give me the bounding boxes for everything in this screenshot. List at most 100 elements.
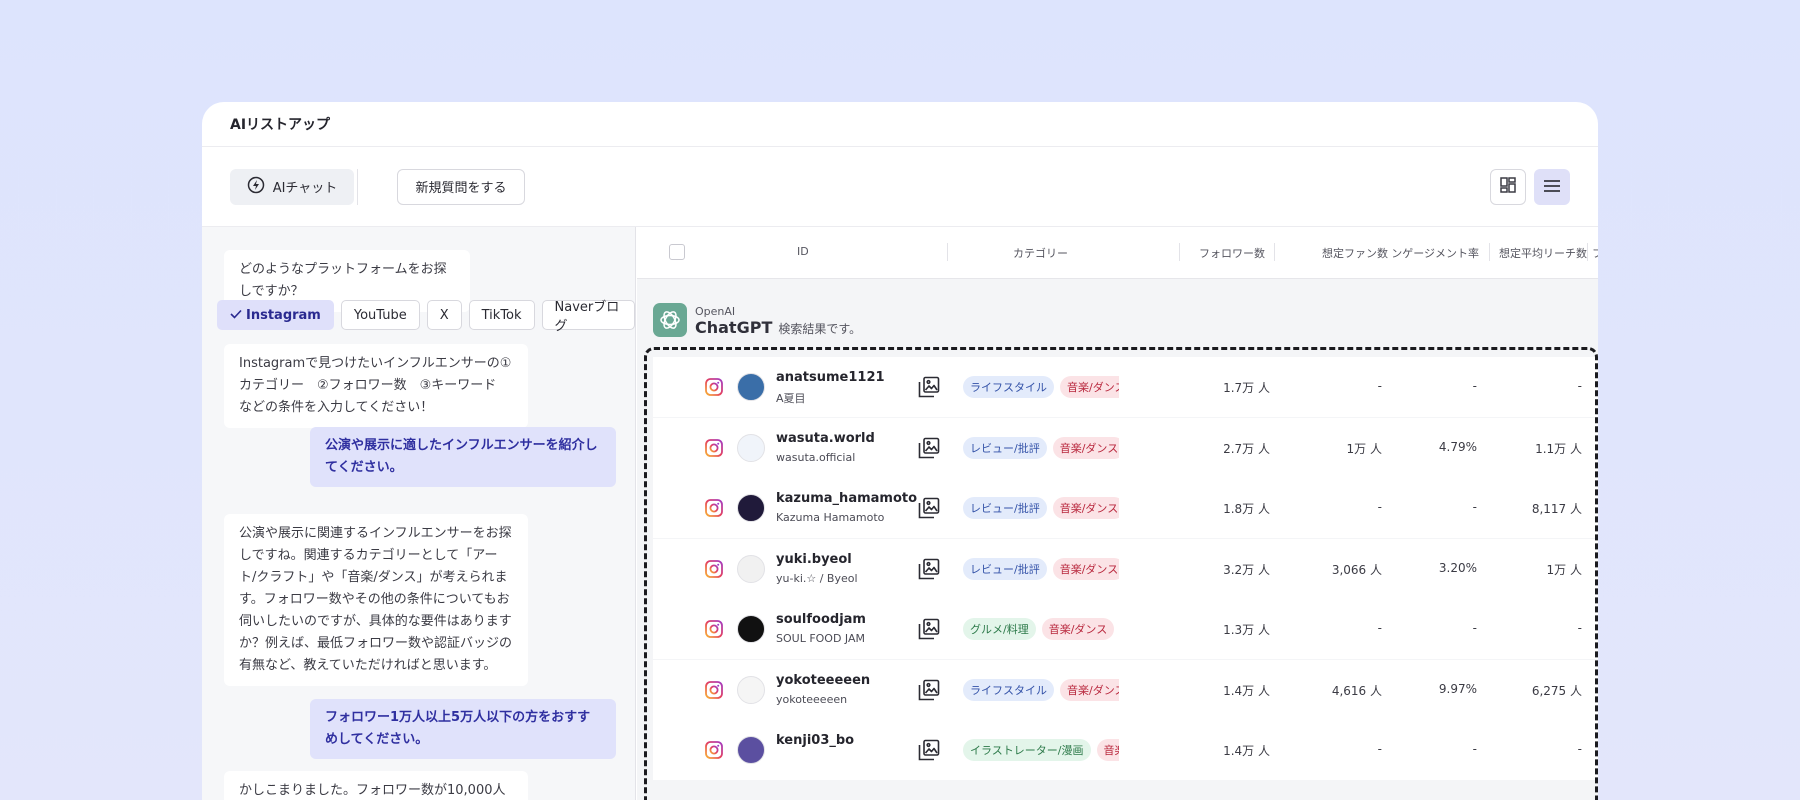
col-engagement[interactable]: エンゲージメント率	[1393, 245, 1479, 261]
instagram-icon	[705, 499, 723, 520]
chip-x[interactable]: X	[426, 300, 462, 330]
col-id[interactable]: ID	[797, 245, 809, 258]
username[interactable]: wasuta.world	[776, 431, 875, 446]
avatar[interactable]	[737, 494, 765, 522]
gallery-icon[interactable]	[918, 739, 940, 764]
instagram-icon	[705, 680, 723, 702]
fans-value: 1万 人	[1346, 441, 1382, 456]
table-row[interactable]: wasuta.world wasuta.official レビュー/批評 音楽/ダンス…	[653, 417, 1598, 478]
gallery-icon[interactable]	[918, 497, 940, 522]
col-reach[interactable]: 想定平均リーチ数	[1499, 245, 1587, 261]
engagement-value: -	[1472, 742, 1477, 756]
category-tag: 音楽/ダンス	[1052, 497, 1119, 519]
gallery-icon[interactable]	[918, 618, 940, 643]
display-name: SOUL FOOD JAM	[776, 632, 865, 645]
username[interactable]: yuki.byeol	[776, 552, 852, 567]
chip-label: Instagram	[246, 307, 321, 323]
table-row[interactable]: anatsume1121 A夏目 ライフスタイル音楽/ダンス 1.7万 人 - - -	[653, 357, 1598, 417]
avatar[interactable]	[737, 554, 765, 583]
table-row[interactable]: yokoteeeeen yokoteeeeen ライフスタイル音楽/ダンス 1.4万 …	[653, 659, 1598, 720]
col-fans[interactable]: 想定ファン数	[1322, 245, 1388, 261]
followers-value: 1.3万 人	[1223, 623, 1270, 637]
gallery-icon[interactable]	[918, 558, 940, 583]
chip-instagram[interactable]: Instagram	[217, 300, 334, 330]
col-divider	[1179, 243, 1180, 261]
table-row[interactable]: yuki.byeol yu-ki.☆ / Byeol レビュー/批評 音楽/ダンス 3.…	[653, 538, 1598, 599]
engagement-value: 3.20%	[1438, 560, 1477, 575]
col-divider	[1489, 243, 1490, 261]
display-name: Kazuma Hamamoto	[776, 511, 885, 524]
username[interactable]: soulfoodjam	[776, 612, 866, 627]
category-tags: グルメ/料理 音楽/ダンス	[963, 618, 1119, 640]
fans-value: -	[1377, 621, 1382, 635]
fans-value: 3,066 人	[1331, 562, 1382, 577]
main-content: どのようなプラットフォームをお探しですか？ Instagram YouTube …	[202, 227, 1598, 800]
chip-naver-blog[interactable]: Naverブログ	[541, 300, 635, 334]
category-tags: レビュー/批評 音楽/ダンス	[963, 497, 1119, 519]
category-tag: 音楽/ダ	[1096, 739, 1119, 761]
display-name: wasuta.official	[776, 450, 856, 464]
chip-tiktok[interactable]: TikTok	[468, 300, 535, 330]
chip-youtube[interactable]: YouTube	[340, 300, 420, 330]
results-panel: ID カテゴリー フォロワー数 想定ファン数 エンゲージメント率 想定平均リーチ…	[637, 227, 1598, 800]
reach-value: -	[1577, 621, 1582, 635]
col-divider	[947, 243, 948, 261]
select-all-checkbox[interactable]	[669, 244, 685, 260]
source-line: ChatGPT 検索結果です。	[695, 318, 861, 337]
window-title: AIリストアップ	[202, 102, 1598, 147]
grid-view-icon	[1500, 177, 1516, 197]
category-tags: レビュー/批評 音楽/ダンス	[963, 436, 1119, 459]
chat-message-ai: かしこまりました。フォロワー数が10,000人以上	[224, 771, 528, 800]
category-tag: レビュー/批評	[963, 436, 1047, 459]
table-row[interactable]: kenji03_bo イラストレーター/漫画音楽/ダ 1.4万 人 - - -	[653, 720, 1598, 780]
gallery-icon[interactable]	[918, 679, 940, 704]
avatar[interactable]	[737, 433, 765, 462]
avatar[interactable]	[737, 373, 765, 401]
new-question-button[interactable]: 新規質問をする	[397, 168, 525, 205]
gallery-icon[interactable]	[918, 437, 940, 462]
col-category[interactable]: カテゴリー	[1013, 245, 1068, 261]
source-name: ChatGPT	[695, 318, 773, 337]
display-name: yokoteeeeen	[776, 692, 848, 706]
username[interactable]: yokoteeeeen	[776, 673, 870, 688]
category-tags: イラストレーター/漫画音楽/ダ	[963, 739, 1119, 761]
col-more[interactable]: フ	[1592, 245, 1598, 261]
gallery-icon[interactable]	[918, 376, 940, 401]
avatar[interactable]	[737, 675, 765, 704]
grid-view-button[interactable]	[1490, 169, 1526, 205]
instagram-icon	[705, 741, 723, 762]
fans-value: -	[1377, 379, 1382, 393]
instagram-icon	[705, 559, 723, 581]
reach-value: 8,117 人	[1531, 502, 1582, 516]
list-view-button[interactable]	[1534, 169, 1570, 205]
engagement-value: -	[1472, 500, 1477, 514]
table-row[interactable]: kazuma_hamamoto Kazuma Hamamoto レビュー/批評 音楽/…	[653, 478, 1598, 538]
col-followers[interactable]: フォロワー数	[1199, 245, 1265, 261]
display-name: A夏目	[776, 392, 806, 405]
source-labels: OpenAI ChatGPT 検索結果です。	[695, 305, 861, 337]
chat-message-ai: Instagramで見つけたいインフルエンサーの①カテゴリー ②フォロワー数 ③…	[224, 344, 528, 428]
reach-value: 1.1万 人	[1535, 441, 1582, 456]
avatar[interactable]	[737, 736, 765, 764]
ai-chat-button[interactable]: AIチャット	[230, 168, 354, 205]
reach-value: -	[1577, 742, 1582, 756]
lightning-icon	[247, 176, 265, 198]
reach-value: 6,275 人	[1531, 683, 1582, 698]
category-tag: グルメ/料理	[963, 618, 1036, 640]
category-tag: 音楽/ダンス	[1041, 618, 1115, 640]
category-tag: 音楽/ダンス	[1052, 436, 1119, 459]
chat-message-user: 公演や展示に適したインフルエンサーを紹介してください。	[310, 427, 616, 487]
app-window: AIリストアップ AIチャット 新規質問をする どのようなプラットフォームをお探…	[202, 102, 1598, 800]
username[interactable]: anatsume1121	[776, 370, 885, 385]
category-tags: ライフスタイル音楽/ダンス	[963, 678, 1119, 701]
avatar[interactable]	[737, 615, 765, 643]
list-view-icon	[1543, 178, 1561, 197]
category-tags: レビュー/批評 音楽/ダンス	[963, 557, 1119, 580]
table-row[interactable]: soulfoodjam SOUL FOOD JAM グルメ/料理 音楽/ダンス 1.3万…	[653, 599, 1598, 659]
reach-value: -	[1577, 379, 1582, 393]
username[interactable]: kazuma_hamamoto	[776, 491, 917, 506]
reach-value: 1万 人	[1546, 562, 1582, 577]
username[interactable]: kenji03_bo	[776, 733, 854, 748]
check-icon	[230, 308, 242, 323]
source-provider: OpenAI	[695, 305, 736, 318]
